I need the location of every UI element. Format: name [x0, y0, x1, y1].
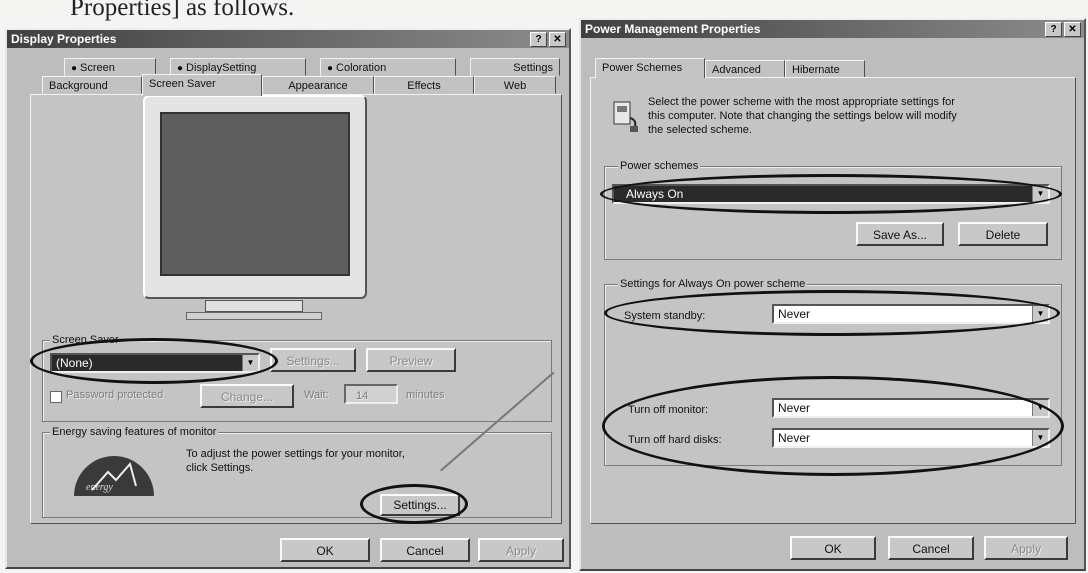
- wait-spinner[interactable]: 14: [344, 384, 398, 404]
- tab-screen-saver[interactable]: Screen Saver: [142, 74, 262, 96]
- tab-effects[interactable]: Effects: [374, 76, 474, 94]
- minutes-label: minutes: [406, 389, 445, 401]
- energy-star-logo-icon: energy: [74, 456, 154, 496]
- display-title: Display Properties: [11, 32, 117, 46]
- monitor-foot: [186, 312, 322, 320]
- chevron-down-icon[interactable]: ▼: [1032, 400, 1048, 416]
- screen-saver-settings-button[interactable]: Settings...: [270, 348, 356, 372]
- energy-settings-button[interactable]: Settings...: [380, 494, 460, 516]
- power-desc-line1: Select the power scheme with the most ap…: [648, 96, 955, 108]
- caption-text: Properties] as follows.: [70, 0, 295, 21]
- tab-advanced[interactable]: Advanced: [705, 60, 785, 78]
- tab-web[interactable]: Web: [474, 76, 556, 94]
- change-password-button[interactable]: Change...: [200, 384, 294, 408]
- power-apply-button[interactable]: Apply: [984, 536, 1068, 560]
- display-titlebar[interactable]: Display Properties ? ✕: [7, 30, 569, 48]
- monitor-stand: [205, 300, 303, 312]
- help-icon[interactable]: ?: [530, 32, 547, 47]
- save-as-button[interactable]: Save As...: [856, 222, 944, 246]
- password-checkbox[interactable]: [50, 391, 62, 403]
- close-icon[interactable]: ✕: [1064, 22, 1081, 37]
- help-icon[interactable]: ?: [1045, 22, 1062, 37]
- energy-text-line1: To adjust the power settings for your mo…: [186, 448, 405, 460]
- svg-text:energy: energy: [86, 482, 113, 493]
- display-cancel-button[interactable]: Cancel: [380, 538, 470, 562]
- power-cancel-button[interactable]: Cancel: [888, 536, 974, 560]
- wait-label: Wait:: [304, 389, 329, 401]
- power-desc-line3: the selected scheme.: [648, 124, 752, 136]
- display-ok-button[interactable]: OK: [280, 538, 370, 562]
- turn-off-harddisks-select[interactable]: Never ▼: [772, 428, 1050, 448]
- chevron-down-icon[interactable]: ▼: [1032, 430, 1048, 446]
- power-schemes-group-label: Power schemes: [618, 160, 701, 172]
- power-titlebar[interactable]: Power Management Properties ? ✕: [581, 20, 1084, 38]
- tab-power-schemes[interactable]: Power Schemes: [595, 58, 705, 78]
- turn-off-monitor-select[interactable]: Never ▼: [772, 398, 1050, 418]
- screen-saver-group-label: Screen Saver: [50, 334, 121, 346]
- energy-text-line2: click Settings.: [186, 462, 254, 474]
- chevron-down-icon[interactable]: ▼: [242, 355, 258, 371]
- monitor-preview-screen: [160, 112, 350, 276]
- display-apply-button[interactable]: Apply: [478, 538, 564, 562]
- chevron-down-icon[interactable]: ▼: [1032, 306, 1048, 322]
- system-standby-label: System standby:: [624, 310, 706, 322]
- turn-off-monitor-label: Turn off monitor:: [628, 404, 709, 416]
- power-plug-icon: [613, 101, 638, 132]
- password-label: Password protected: [66, 389, 164, 401]
- chevron-down-icon[interactable]: ▼: [1032, 186, 1048, 202]
- close-icon[interactable]: ✕: [549, 32, 566, 47]
- tab-appearance[interactable]: Appearance: [262, 76, 374, 94]
- energy-group-label: Energy saving features of monitor: [50, 426, 219, 438]
- tab-background[interactable]: Background: [42, 76, 142, 94]
- screen-tab-icon: ●: [71, 63, 78, 74]
- preview-button[interactable]: Preview: [366, 348, 456, 372]
- tab-coloration[interactable]: ● Coloration: [320, 58, 456, 76]
- power-scheme-select[interactable]: Always On ▼: [612, 184, 1050, 204]
- system-standby-select[interactable]: Never ▼: [772, 304, 1050, 324]
- tab-settings[interactable]: Settings: [470, 58, 560, 76]
- power-desc-line2: this computer. Note that changing the se…: [648, 110, 957, 122]
- displaysetting-tab-icon: ●: [177, 63, 184, 74]
- delete-button[interactable]: Delete: [958, 222, 1048, 246]
- scheme-settings-group-label: Settings for Always On power scheme: [618, 278, 808, 290]
- power-ok-button[interactable]: OK: [790, 536, 876, 560]
- power-title: Power Management Properties: [585, 22, 761, 36]
- turn-off-harddisks-label: Turn off hard disks:: [628, 434, 722, 446]
- coloration-tab-icon: ●: [327, 63, 334, 74]
- screen-saver-select[interactable]: (None) ▼: [50, 353, 260, 373]
- tab-hibernate[interactable]: Hibernate: [785, 60, 865, 78]
